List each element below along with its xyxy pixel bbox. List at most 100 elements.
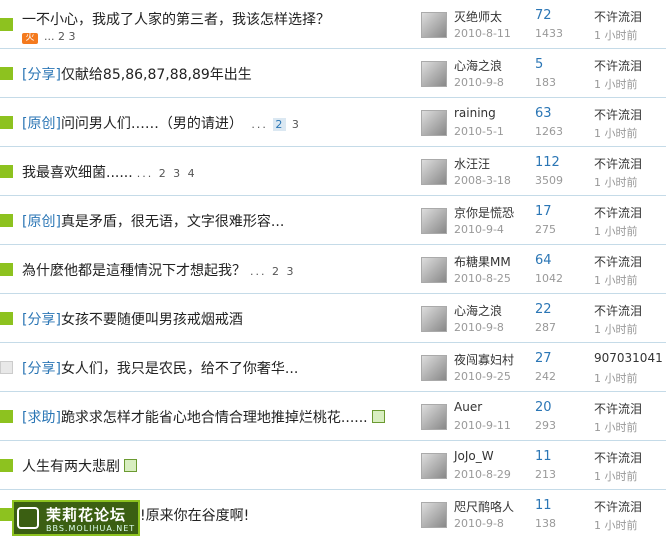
- thread-row[interactable]: [原创]问问男人们……（男的请进） ... 2 3 raining 2010-5…: [0, 98, 666, 147]
- thread-title-link[interactable]: 问问男人们……（男的请进）: [61, 116, 243, 132]
- thread-row[interactable]: 為什麼他都是這種情況下才想起我？... 2 3 布糖果MM 2010-8-25 …: [0, 245, 666, 294]
- thread-row[interactable]: [原创]真是矛盾，很无语，文字很难形容... 京你是慌恐 2010-9-4 17…: [0, 196, 666, 245]
- avatar[interactable]: [421, 110, 447, 136]
- post-date: 2010-9-8: [454, 321, 504, 334]
- thread-row[interactable]: [分享]女人们，我只是农民，给不了你奢华... 夜闯寡妇村 2010-9-25 …: [0, 343, 666, 392]
- author-link[interactable]: 夜闯寡妇村: [454, 351, 514, 368]
- thread-row[interactable]: [分享]女孩不要随便叫男孩戒烟戒酒 心海之浪 2010-9-8 22 287 不…: [0, 294, 666, 343]
- thread-title-wrap: [分享]女人们，我只是农民，给不了你奢华...: [22, 358, 298, 378]
- thread-tag[interactable]: [分享]: [22, 67, 61, 83]
- thread-title-link[interactable]: 我最喜欢细菌......: [22, 165, 133, 181]
- page-links[interactable]: ... 2 3: [250, 265, 295, 278]
- reply-count: 5: [535, 57, 544, 72]
- last-post-time[interactable]: 1 小时前: [594, 76, 638, 92]
- new-topic-icon: [0, 165, 13, 178]
- reply-count: 20: [535, 400, 552, 415]
- thread-tag[interactable]: [原创]: [22, 116, 61, 132]
- reply-count: 63: [535, 106, 552, 121]
- post-date: 2010-9-25: [454, 370, 511, 383]
- thread-tag[interactable]: [分享]: [22, 361, 61, 377]
- author-link[interactable]: raining: [454, 106, 496, 120]
- avatar[interactable]: [421, 257, 447, 283]
- thread-row[interactable]: [求助]跪求求怎样才能省心地合情合理地推掉烂桃花...... Auer 2010…: [0, 392, 666, 441]
- last-post-time[interactable]: 1 小时前: [594, 370, 638, 386]
- last-poster-link[interactable]: 不许流泪: [594, 302, 642, 319]
- last-poster-link[interactable]: 不许流泪: [594, 8, 642, 25]
- page-link-current[interactable]: 2: [273, 118, 287, 131]
- avatar[interactable]: [421, 306, 447, 332]
- hot-badge: 火: [22, 33, 38, 44]
- last-post-time[interactable]: 1 小时前: [594, 272, 638, 288]
- last-poster-link[interactable]: 不许流泪: [594, 400, 642, 417]
- last-poster-link[interactable]: 不许流泪: [594, 106, 642, 123]
- thread-title-link[interactable]: !原来你在谷度啊!: [140, 508, 249, 524]
- thread-tag[interactable]: [求助]: [22, 410, 61, 426]
- page-links[interactable]: ... 2 3 4: [137, 167, 197, 180]
- post-date: 2010-9-8: [454, 76, 504, 89]
- author-link[interactable]: 咫尺鸸咯人: [454, 498, 514, 515]
- view-count: 1433: [535, 27, 563, 40]
- last-poster-link[interactable]: 不许流泪: [594, 498, 642, 515]
- thread-title-link[interactable]: 仅献给85,86,87,88,89年出生: [61, 67, 252, 83]
- hot-topic-icon: [0, 18, 13, 31]
- thread-title-link[interactable]: 人生有两大悲剧: [22, 459, 120, 475]
- thread-row[interactable]: 人生有两大悲剧 JoJo_W 2010-8-29 11 213 不许流泪 1 小…: [0, 441, 666, 490]
- author-link[interactable]: 心海之浪: [454, 57, 502, 74]
- post-date: 2010-8-25: [454, 272, 511, 285]
- last-post-time[interactable]: 1 小时前: [594, 468, 638, 484]
- reply-count: 27: [535, 351, 552, 366]
- author-link[interactable]: 水汪汪: [454, 155, 490, 172]
- thread-row[interactable]: 一不小心，我成了人家的第三者，我该怎样选择？ 火 ... 2 3 灭绝师太 201…: [0, 0, 666, 49]
- avatar[interactable]: [421, 453, 447, 479]
- thread-tag[interactable]: [原创]: [22, 214, 61, 230]
- view-count: 275: [535, 223, 556, 236]
- last-post-time[interactable]: 1 小时前: [594, 27, 638, 43]
- view-count: 213: [535, 468, 556, 481]
- last-post-time[interactable]: 1 小时前: [594, 517, 638, 533]
- author-link[interactable]: 京你是慌恐: [454, 204, 514, 221]
- thread-tag[interactable]: [分享]: [22, 312, 61, 328]
- last-post-time[interactable]: 1 小时前: [594, 223, 638, 239]
- thread-title-link[interactable]: 女人们，我只是农民，给不了你奢华...: [61, 361, 298, 377]
- last-poster-link[interactable]: 907031041: [594, 351, 663, 365]
- author-link[interactable]: 灭绝师太: [454, 8, 502, 25]
- page-links[interactable]: ... 2 3: [44, 30, 75, 43]
- author-link[interactable]: 心海之浪: [454, 302, 502, 319]
- view-count: 138: [535, 517, 556, 530]
- new-topic-icon: [0, 116, 13, 129]
- last-poster-link[interactable]: 不许流泪: [594, 204, 642, 221]
- thread-title-link[interactable]: 一不小心，我成了人家的第三者，我该怎样选择？: [22, 12, 330, 28]
- author-link[interactable]: 布糖果MM: [454, 253, 511, 270]
- new-topic-icon: [0, 410, 13, 423]
- thread-title-link[interactable]: 跪求求怎样才能省心地合情合理地推掉烂桃花......: [61, 410, 368, 426]
- last-poster-link[interactable]: 不许流泪: [594, 253, 642, 270]
- last-poster-link[interactable]: 不许流泪: [594, 449, 642, 466]
- thread-title-wrap: 我最喜欢细菌...... ... 2 3 4: [22, 162, 197, 182]
- last-post-time[interactable]: 1 小时前: [594, 321, 638, 337]
- avatar[interactable]: [421, 502, 447, 528]
- forum-watermark-logo: 茉莉花论坛 BBS.MOLIHUA.NET: [12, 500, 140, 536]
- last-poster-link[interactable]: 不许流泪: [594, 155, 642, 172]
- reply-count: 17: [535, 204, 552, 219]
- avatar[interactable]: [421, 404, 447, 430]
- avatar[interactable]: [421, 355, 447, 381]
- thread-row[interactable]: 我最喜欢细菌......... 2 3 4 水汪汪 2008-3-18 112 …: [0, 147, 666, 196]
- page-link[interactable]: 3: [292, 118, 301, 131]
- avatar[interactable]: [421, 159, 447, 185]
- image-attachment-icon: [124, 459, 137, 472]
- last-post-time[interactable]: 1 小时前: [594, 174, 638, 190]
- thread-title-link[interactable]: 真是矛盾，很无语，文字很难形容...: [61, 214, 284, 230]
- author-link[interactable]: JoJo_W: [454, 449, 494, 463]
- avatar[interactable]: [421, 12, 447, 38]
- avatar[interactable]: [421, 61, 447, 87]
- thread-title-link[interactable]: 女孩不要随便叫男孩戒烟戒酒: [61, 312, 243, 328]
- avatar[interactable]: [421, 208, 447, 234]
- last-post-time[interactable]: 1 小时前: [594, 125, 638, 141]
- thread-title-link[interactable]: 為什麼他都是這種情況下才想起我？: [22, 263, 246, 279]
- image-attachment-icon: [371, 410, 385, 423]
- thread-row[interactable]: [分享]仅献给85,86,87,88,89年出生 心海之浪 2010-9-8 5…: [0, 49, 666, 98]
- reply-count: 11: [535, 498, 552, 513]
- author-link[interactable]: Auer: [454, 400, 482, 414]
- last-post-time[interactable]: 1 小时前: [594, 419, 638, 435]
- last-poster-link[interactable]: 不许流泪: [594, 57, 642, 74]
